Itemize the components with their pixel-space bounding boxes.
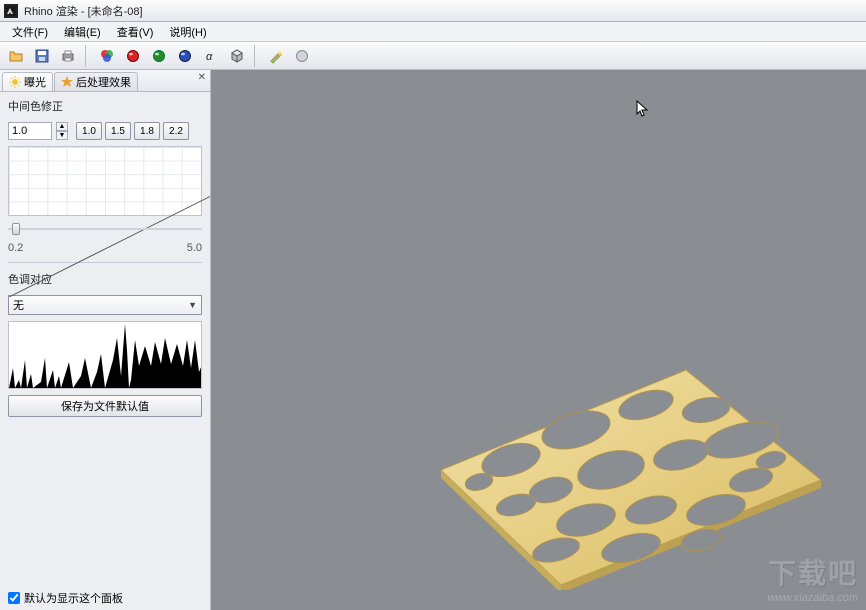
save-icon[interactable] [30, 44, 54, 68]
star-icon [61, 76, 73, 88]
app-icon [4, 4, 18, 18]
watermark-url: www.xiazaiba.com [768, 592, 858, 604]
preset-15[interactable]: 1.5 [105, 122, 131, 140]
preset-22[interactable]: 2.2 [163, 122, 189, 140]
sphere-blue-icon[interactable] [173, 44, 197, 68]
panel-tabs: 曝光 后处理效果 [0, 70, 210, 92]
sun-icon [9, 76, 21, 88]
spin-down[interactable]: ▼ [56, 131, 68, 140]
preset-18[interactable]: 1.8 [134, 122, 160, 140]
tab-postfx[interactable]: 后处理效果 [54, 72, 138, 91]
gamma-slider[interactable] [8, 222, 202, 236]
slider-thumb[interactable] [12, 223, 20, 235]
save-default-button[interactable]: 保存为文件默认值 [8, 395, 202, 417]
menu-edit[interactable]: 编辑(E) [56, 22, 109, 42]
circle-icon[interactable] [290, 44, 314, 68]
wand-icon[interactable] [264, 44, 288, 68]
tab-postfx-label: 后处理效果 [76, 74, 131, 90]
sphere-red-icon[interactable] [121, 44, 145, 68]
close-icon[interactable]: ✕ [198, 72, 206, 83]
histogram [8, 321, 202, 389]
menu-help[interactable]: 说明(H) [161, 22, 214, 42]
spin-up[interactable]: ▲ [56, 122, 68, 131]
show-panel-check-input[interactable] [8, 592, 20, 604]
cursor-icon [636, 100, 650, 118]
chevron-down-icon: ▼ [188, 300, 197, 310]
midtone-input[interactable] [8, 122, 52, 140]
alpha-icon[interactable]: α [199, 44, 223, 68]
show-panel-checkbox[interactable]: 默认为显示这个面板 [8, 590, 123, 606]
viewport[interactable]: 下载吧 www.xiazaiba.com [211, 70, 866, 610]
sidebar-panel: ✕ 曝光 后处理效果 中间色修正 ▲ ▼ 1.0 1.5 [0, 70, 211, 610]
watermark-brand: 下载吧 [768, 552, 858, 592]
show-panel-label: 默认为显示这个面板 [24, 590, 123, 606]
window-title: Rhino 渲染 - [未命名-08] [24, 3, 143, 19]
tonemap-dropdown[interactable]: 无 ▼ [8, 295, 202, 315]
tab-exposure[interactable]: 曝光 [2, 72, 53, 91]
preset-10[interactable]: 1.0 [76, 122, 102, 140]
tab-exposure-label: 曝光 [24, 74, 46, 90]
watermark: 下载吧 www.xiazaiba.com [768, 552, 858, 604]
menu-view[interactable]: 查看(V) [109, 22, 162, 42]
print-icon[interactable] [56, 44, 80, 68]
svg-text:α: α [206, 51, 213, 63]
curve-graph [8, 146, 202, 216]
toolbar: α [0, 42, 866, 70]
toolbar-sep-2 [254, 45, 259, 67]
menu-file[interactable]: 文件(F) [4, 22, 56, 42]
menubar: 文件(F) 编辑(E) 查看(V) 说明(H) [0, 22, 866, 42]
open-icon[interactable] [4, 44, 28, 68]
midtone-label: 中间色修正 [8, 98, 202, 114]
toolbar-sep [85, 45, 90, 67]
sphere-green-icon[interactable] [147, 44, 171, 68]
tonemap-selected: 无 [13, 297, 24, 313]
sphere-rgb-icon[interactable] [95, 44, 119, 68]
titlebar: Rhino 渲染 - [未命名-08] [0, 0, 866, 22]
cube-icon[interactable] [225, 44, 249, 68]
